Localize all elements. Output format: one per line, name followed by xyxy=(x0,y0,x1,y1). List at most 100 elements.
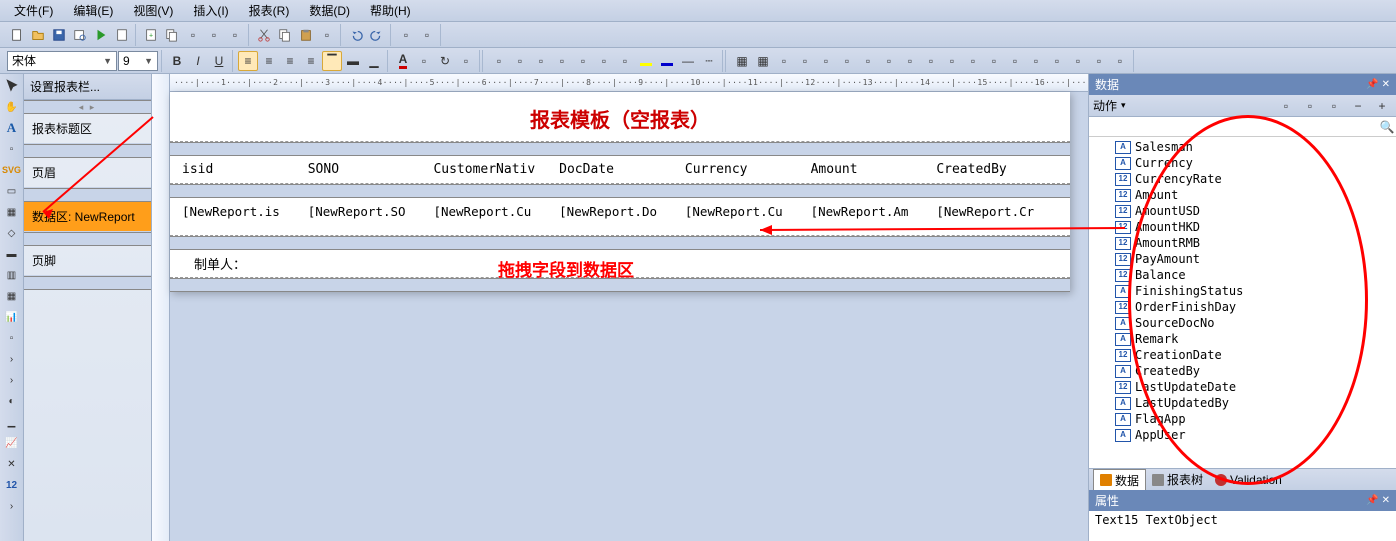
grid-button[interactable]: ▦ xyxy=(753,51,773,71)
redo-button[interactable] xyxy=(367,25,387,45)
field-customer[interactable]: [NewReport.Cu xyxy=(431,202,557,231)
svg-tool[interactable]: SVG xyxy=(2,160,22,180)
sparkline-tool[interactable]: ▁ xyxy=(2,412,22,432)
align-bottom-objs-button[interactable]: ▫ xyxy=(879,51,899,71)
page-setup-button[interactable]: ▫ xyxy=(225,25,245,45)
field-amount[interactable]: 12Amount xyxy=(1089,187,1396,203)
footer-maker-label[interactable]: 制单人： xyxy=(194,258,246,273)
same-width-button[interactable]: ▫ xyxy=(900,51,920,71)
cross-tool[interactable]: ✕ xyxy=(2,454,22,474)
preview-button[interactable] xyxy=(70,25,90,45)
font-size-combo[interactable]: 9▼ xyxy=(118,51,158,71)
properties-panel-header[interactable]: 属性 📌 ✕ xyxy=(1089,490,1396,511)
ungroup-button[interactable]: ▫ xyxy=(417,25,437,45)
field-docdate[interactable]: [NewReport.Do xyxy=(557,202,683,231)
report-title-text[interactable]: 报表模板（空报表） xyxy=(180,104,1060,133)
map-tool[interactable]: ▫ xyxy=(2,328,22,348)
matrix-tool[interactable]: ▦ xyxy=(2,286,22,306)
menu-data[interactable]: 数据(D) xyxy=(299,0,360,21)
space-h-button[interactable]: ▫ xyxy=(963,51,983,71)
border-right-button[interactable]: ▫ xyxy=(552,51,572,71)
field-sono[interactable]: [NewReport.SO xyxy=(306,202,432,231)
action-dropdown-icon[interactable]: ▾ xyxy=(1121,100,1126,111)
fill-color-button[interactable] xyxy=(636,51,656,71)
design-canvas[interactable]: ····|····1····|····2····|····3····|····4… xyxy=(152,74,1088,541)
field-creationdate[interactable]: 12CreationDate xyxy=(1089,347,1396,363)
add-page-button[interactable]: + xyxy=(141,25,161,45)
gauge-tool[interactable]: ◐ xyxy=(2,391,22,411)
field-balance[interactable]: 12Balance xyxy=(1089,267,1396,283)
menu-view[interactable]: 视图(V) xyxy=(123,0,183,21)
field-sourcedocno[interactable]: ASourceDocNo xyxy=(1089,315,1396,331)
space-v-button[interactable]: ▫ xyxy=(984,51,1004,71)
align-left-button[interactable]: ≡ xyxy=(238,51,258,71)
extra2-button[interactable]: ▫ xyxy=(1089,51,1109,71)
menu-report[interactable]: 报表(R) xyxy=(239,0,300,21)
field-currencyrate[interactable]: 12CurrencyRate xyxy=(1089,171,1396,187)
tab-validation[interactable]: Validation xyxy=(1209,471,1288,489)
picture-tool[interactable]: ▫ xyxy=(2,139,22,159)
data-panel-header[interactable]: 数据 📌 ✕ xyxy=(1089,74,1396,95)
pin-icon-2[interactable]: 📌 ✕ xyxy=(1366,495,1390,506)
border-all-button[interactable]: ▫ xyxy=(573,51,593,71)
chart-tool[interactable]: 📊 xyxy=(2,307,22,327)
border-bottom-button[interactable]: ▫ xyxy=(510,51,530,71)
tab-report-tree[interactable]: 报表树 xyxy=(1146,469,1209,490)
col-sono[interactable]: SONO xyxy=(306,160,432,179)
run-button[interactable] xyxy=(91,25,111,45)
chart2-tool[interactable]: 📈 xyxy=(2,433,22,453)
barcode-tool[interactable]: ▥ xyxy=(2,265,22,285)
text-rotate-button[interactable]: ↻ xyxy=(435,51,455,71)
border-top-button[interactable]: ▫ xyxy=(489,51,509,71)
link-button[interactable]: ▫ xyxy=(1047,51,1067,71)
save-button[interactable] xyxy=(49,25,69,45)
open-button[interactable] xyxy=(28,25,48,45)
text-tool[interactable]: A xyxy=(2,118,22,138)
same-size-button[interactable]: ▫ xyxy=(942,51,962,71)
action-new-icon[interactable]: ▫ xyxy=(1276,96,1296,116)
valign-middle-button[interactable]: ▬ xyxy=(343,51,363,71)
line-style-button[interactable]: ┄ xyxy=(699,51,719,71)
col-docdate[interactable]: DocDate xyxy=(557,160,683,179)
menu-insert[interactable]: 插入(I) xyxy=(183,0,238,21)
valign-top-button[interactable]: ▔ xyxy=(322,51,342,71)
align-right-button[interactable]: ≡ xyxy=(280,51,300,71)
align-center-objs-button[interactable]: ▫ xyxy=(795,51,815,71)
page-button[interactable] xyxy=(112,25,132,45)
pin-icon[interactable]: 📌 ✕ xyxy=(1366,79,1390,90)
styles-button[interactable]: ▫ xyxy=(456,51,476,71)
field-appuser[interactable]: AAppUser xyxy=(1089,427,1396,443)
fields-tree[interactable]: ASalesmanACurrency12CurrencyRate12Amount… xyxy=(1089,137,1396,468)
extra3-button[interactable]: ▫ xyxy=(1110,51,1130,71)
number-tool[interactable]: 12 xyxy=(2,475,22,495)
italic-button[interactable]: I xyxy=(188,51,208,71)
align-right-objs-button[interactable]: ▫ xyxy=(816,51,836,71)
field-lastupdatedby[interactable]: ALastUpdatedBy xyxy=(1089,395,1396,411)
report-page[interactable]: 报表模板（空报表） isid SONO CustomerNativ DocDat… xyxy=(170,92,1070,292)
search-icon[interactable]: 🔍 xyxy=(1378,120,1396,134)
bring-front-button[interactable]: ▫ xyxy=(1005,51,1025,71)
structure-config[interactable]: 设置报表栏... xyxy=(24,74,151,100)
table-tool[interactable]: ▦ xyxy=(2,202,22,222)
page-header-band-area[interactable]: isid SONO CustomerNativ DocDate Currency… xyxy=(170,156,1070,184)
action-delete-icon[interactable]: ▫ xyxy=(1324,96,1344,116)
field-isid[interactable]: [NewReport.is xyxy=(180,202,306,231)
band-data[interactable]: 数据区: NewReport xyxy=(24,202,151,232)
new-button[interactable] xyxy=(7,25,27,45)
cut-button[interactable] xyxy=(254,25,274,45)
border-outer-button[interactable]: ▫ xyxy=(615,51,635,71)
field-lastupdatedate[interactable]: 12LastUpdateDate xyxy=(1089,379,1396,395)
col-isid[interactable]: isid xyxy=(180,160,306,179)
band-page-header[interactable]: 页眉 xyxy=(24,158,151,188)
page-footer-band-area[interactable]: 制单人： xyxy=(170,250,1070,278)
field-amount[interactable]: [NewReport.Am xyxy=(809,202,935,231)
line-tool[interactable]: ▬ xyxy=(2,244,22,264)
align-left-objs-button[interactable]: ▫ xyxy=(774,51,794,71)
action-plus-icon[interactable]: + xyxy=(1372,96,1392,116)
menu-file[interactable]: 文件(F) xyxy=(4,0,63,21)
col-currency[interactable]: Currency xyxy=(683,160,809,179)
field-amountrmb[interactable]: 12AmountRMB xyxy=(1089,235,1396,251)
hand-tool[interactable]: ✋ xyxy=(2,97,22,117)
bold-button[interactable]: B xyxy=(167,51,187,71)
highlight-button[interactable]: ▫ xyxy=(414,51,434,71)
